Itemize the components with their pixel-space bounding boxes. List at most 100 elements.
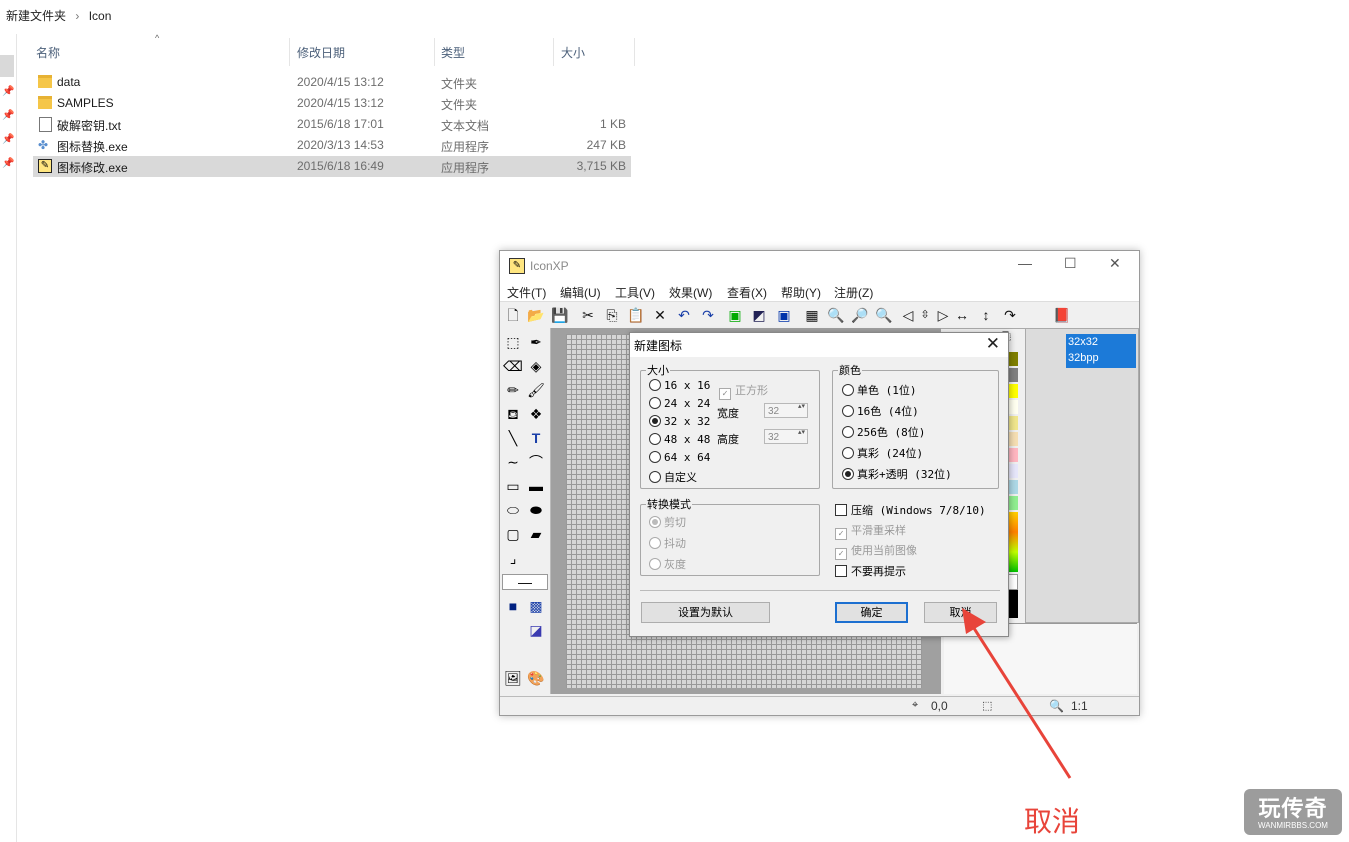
size-option-16[interactable]: 16 x 16: [649, 379, 710, 392]
frame-icon[interactable]: ▣: [775, 306, 793, 324]
gradient-icon[interactable]: ◪: [526, 620, 546, 640]
menu-edit[interactable]: 编辑(U): [560, 284, 601, 301]
text-tool-icon[interactable]: T: [526, 428, 546, 448]
file-row[interactable]: 破解密钥.txt 2015/6/18 17:01 文本文档 1 KB: [33, 114, 631, 135]
no-prompt-checkbox[interactable]: 不要再提示: [835, 563, 906, 579]
color-option-24bit[interactable]: 真彩 (24位): [842, 445, 923, 461]
size-option-32[interactable]: 32 x 32: [649, 415, 710, 428]
minimize-icon[interactable]: —: [1018, 255, 1032, 271]
breadcrumb-current[interactable]: Icon: [89, 9, 112, 23]
file-row[interactable]: SAMPLES 2020/4/15 13:12 文件夹: [33, 93, 631, 114]
redo-icon[interactable]: ↷: [699, 306, 717, 324]
size-option-24[interactable]: 24 x 24: [649, 397, 710, 410]
delete-icon[interactable]: ✕: [651, 306, 669, 324]
line-width-selector[interactable]: —: [502, 574, 548, 590]
convert-option-dither[interactable]: 抖动: [649, 535, 686, 551]
shift-left-icon[interactable]: ◁: [899, 306, 917, 324]
color-option-8bit[interactable]: 256色 (8位): [842, 424, 925, 440]
image-palette-icon[interactable]: 🎨: [526, 668, 546, 688]
size-option-64[interactable]: 64 x 64: [649, 451, 710, 464]
color-option-32bit[interactable]: 真彩+透明 (32位): [842, 466, 952, 482]
title-bar[interactable]: ✎ IconXP — ☐ ✕: [500, 251, 1139, 281]
shift-right-icon[interactable]: ▷: [934, 306, 952, 324]
column-header-date[interactable]: 修改日期: [297, 44, 345, 61]
eraser-icon[interactable]: ⌫: [503, 356, 523, 376]
color-replace-icon[interactable]: ❖: [526, 404, 546, 424]
size-option-48[interactable]: 48 x 48: [649, 433, 710, 446]
menu-tools[interactable]: 工具(V): [615, 284, 655, 301]
zoom-in-icon[interactable]: 🔍: [827, 306, 845, 324]
eyedropper-icon[interactable]: ✒: [526, 332, 546, 352]
menu-view[interactable]: 查看(X): [727, 284, 767, 301]
save-icon[interactable]: 💾: [551, 306, 569, 324]
pattern-icon[interactable]: ▩: [526, 596, 546, 616]
menu-register[interactable]: 注册(Z): [834, 284, 873, 301]
image-import-icon[interactable]: 🖼: [503, 668, 523, 688]
menu-file[interactable]: 文件(T): [507, 284, 546, 301]
width-spinner[interactable]: 32: [764, 403, 808, 418]
zoom-actual-icon[interactable]: 🔍: [875, 306, 893, 324]
layers-icon[interactable]: ◩: [750, 306, 768, 324]
smooth-resample-checkbox[interactable]: ✓ 平滑重采样: [835, 522, 906, 540]
rounded-rect-icon[interactable]: ▢: [503, 524, 523, 544]
file-row[interactable]: ✤ 图标替换.exe 2020/3/13 14:53 应用程序 247 KB: [33, 135, 631, 156]
help-book-icon[interactable]: 📕: [1053, 306, 1071, 324]
select-all-icon[interactable]: ▣: [726, 306, 744, 324]
set-default-button[interactable]: 设置为默认: [641, 602, 770, 623]
convert-option-grayscale[interactable]: 灰度: [649, 556, 686, 572]
fill-icon[interactable]: ⛾: [503, 404, 523, 424]
dialog-title-bar[interactable]: 新建图标 ✕: [630, 333, 1008, 357]
rotate-icon[interactable]: ↷: [1001, 306, 1019, 324]
size-option-custom[interactable]: 自定义: [649, 469, 697, 485]
dialog-close-icon[interactable]: ✕: [986, 334, 1000, 354]
zoom-out-icon[interactable]: 🔎: [851, 306, 869, 324]
column-divider[interactable]: [553, 38, 554, 66]
brush-icon[interactable]: 🖌: [526, 380, 546, 400]
column-header-type[interactable]: 类型: [441, 44, 465, 61]
new-file-icon[interactable]: 🗋: [504, 306, 522, 324]
flip-vertical-icon[interactable]: ↕: [977, 306, 995, 324]
menu-help[interactable]: 帮助(Y): [781, 284, 821, 301]
select-rect-icon[interactable]: ⬚: [503, 332, 523, 352]
pencil-icon[interactable]: ✏: [503, 380, 523, 400]
column-divider[interactable]: [634, 38, 635, 66]
file-row[interactable]: data 2020/4/15 13:12 文件夹: [33, 72, 631, 93]
corner-icon[interactable]: ⌟: [503, 548, 523, 568]
rectangle-icon[interactable]: ▭: [503, 476, 523, 496]
ellipse-icon[interactable]: ⬭: [503, 500, 523, 520]
ok-button[interactable]: 确定: [835, 602, 908, 623]
column-header-name[interactable]: 名称: [36, 44, 60, 61]
column-divider[interactable]: [289, 38, 290, 66]
cut-icon[interactable]: ✂: [579, 306, 597, 324]
curve-icon[interactable]: ∼: [503, 452, 523, 472]
paste-icon[interactable]: 📋: [627, 306, 645, 324]
undo-icon[interactable]: ↶: [675, 306, 693, 324]
copy-icon[interactable]: ⎘: [603, 306, 621, 324]
open-folder-icon[interactable]: 📂: [527, 306, 545, 324]
close-icon[interactable]: ✕: [1109, 255, 1121, 272]
flip-horizontal-icon[interactable]: ↔: [953, 306, 971, 324]
filled-rounded-rect-icon[interactable]: ▰: [526, 524, 546, 544]
height-spinner[interactable]: 32: [764, 429, 808, 444]
foreground-color-icon[interactable]: ■: [503, 596, 523, 616]
shift-up-down-icon[interactable]: ⇳: [916, 306, 934, 324]
breadcrumb-folder[interactable]: 新建文件夹: [6, 9, 66, 23]
nav-pane-selected-item[interactable]: [0, 55, 14, 77]
line-icon[interactable]: ╲: [503, 428, 523, 448]
use-current-image-checkbox[interactable]: ✓ 使用当前图像: [835, 542, 917, 560]
maximize-icon[interactable]: ☐: [1064, 255, 1077, 272]
color-option-4bit[interactable]: 16色 (4位): [842, 403, 919, 419]
format-list-item-selected[interactable]: 32x32 32bpp: [1066, 334, 1136, 368]
color-eraser-icon[interactable]: ◈: [526, 356, 546, 376]
arc-icon[interactable]: ⌒: [526, 452, 546, 472]
square-checkbox[interactable]: ✓ 正方形: [719, 382, 768, 400]
column-header-size[interactable]: 大小: [561, 44, 585, 61]
compress-checkbox[interactable]: 压缩 (Windows 7/8/10): [835, 502, 986, 518]
menu-effects[interactable]: 效果(W): [669, 284, 712, 301]
column-divider[interactable]: [434, 38, 435, 66]
grid-icon[interactable]: ▦: [803, 306, 821, 324]
color-option-1bit[interactable]: 单色 (1位): [842, 382, 917, 398]
convert-option-crop[interactable]: 剪切: [649, 514, 686, 530]
breadcrumb[interactable]: 新建文件夹 › Icon: [6, 7, 117, 24]
filled-ellipse-icon[interactable]: ⬬: [526, 500, 546, 520]
